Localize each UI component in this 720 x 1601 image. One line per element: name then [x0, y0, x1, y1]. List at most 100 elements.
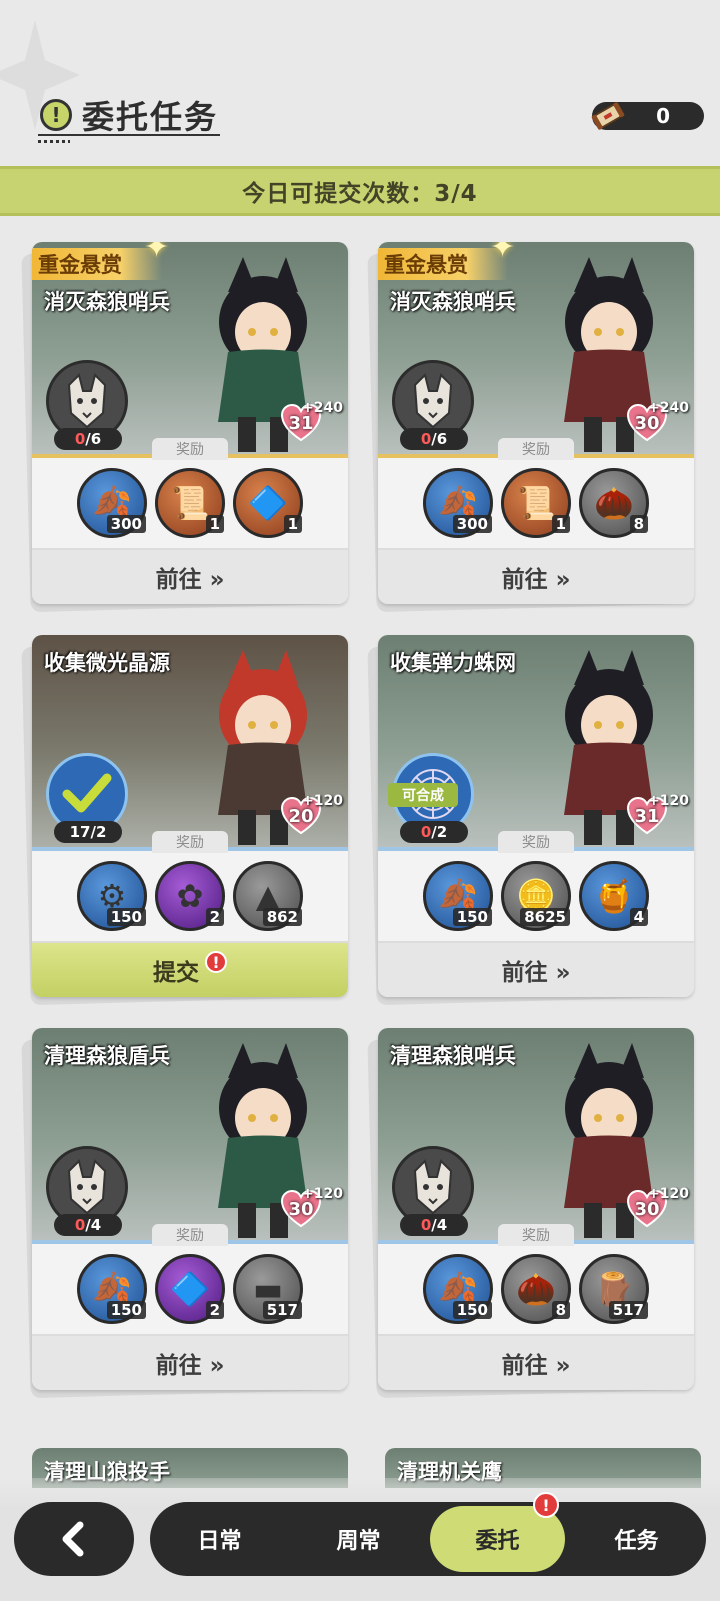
card-body: 重金悬赏 ✦ 消灭森狼哨兵 0/6 31 +240 奖励 🍂 300 📜 1 🔷 1 前往 » — [32, 242, 348, 604]
reward-count: 517 — [262, 1301, 302, 1319]
button-label: 前往 » — [501, 1353, 571, 1379]
commission-card[interactable]: 重金悬赏 ✦ 消灭森狼哨兵 0/6 31 +240 奖励 🍂 300 📜 1 🔷 1 前往 » — [21, 242, 348, 613]
reward-count: 150 — [106, 1301, 146, 1319]
button-label: 前往 » — [155, 567, 225, 593]
commission-card[interactable]: 收集弹力蛛网 可合成 0/2 31 +120 奖励 🍂 150 🪙 8625 🍯 4 前往 » — [367, 635, 694, 1006]
go-button[interactable]: 前往 » — [32, 1334, 348, 1390]
reward-item[interactable]: ▬ 517 — [233, 1254, 303, 1324]
wolf-mask-icon — [67, 373, 107, 429]
progress-total: /6 — [431, 430, 448, 448]
progress-total: /6 — [85, 430, 102, 448]
go-button[interactable]: 前往 » — [378, 941, 694, 997]
tab-weekly[interactable]: 周常 — [291, 1506, 426, 1572]
tab-quest[interactable]: 任务 — [569, 1506, 704, 1572]
reward-item[interactable]: 🍂 300 — [423, 468, 493, 538]
target-progress: 0/6 — [400, 428, 468, 450]
reward-item[interactable]: 🌰 8 — [579, 468, 649, 538]
progress-current: 0 — [420, 430, 432, 448]
reward-item[interactable]: 🍂 300 — [77, 468, 147, 538]
button-label: 前往 » — [501, 567, 571, 593]
reward-item[interactable]: 🔷 2 — [155, 1254, 225, 1324]
scroll-currency-counter[interactable]: 0 — [591, 102, 704, 130]
reward-label: 奖励 — [152, 831, 228, 853]
reward-item[interactable]: 🌰 8 — [501, 1254, 571, 1324]
tab-label: 委托 — [475, 1529, 520, 1554]
reward-item[interactable]: ▲ 862 — [233, 861, 303, 931]
alert-icon: ! — [205, 951, 227, 973]
reward-item[interactable]: ✿ 2 — [155, 861, 225, 931]
submit-button[interactable]: 提交! — [32, 941, 348, 997]
reward-count: 2 — [205, 1301, 224, 1319]
progress-current: 0 — [74, 1216, 86, 1234]
progress-current: 17 — [69, 823, 91, 841]
affection-bonus: +120 — [648, 1186, 689, 1202]
alert-badge-icon: ! — [533, 1492, 559, 1518]
progress-current: 0 — [74, 430, 86, 448]
reward-item[interactable]: 📜 1 — [155, 468, 225, 538]
commission-card[interactable]: 清理森狼哨兵 0/4 30 +120 奖励 🍂 150 🌰 8 🪵 517 前往 » — [367, 1028, 694, 1399]
reward-count: 1 — [551, 515, 570, 533]
reward-count: 300 — [106, 515, 146, 533]
go-button[interactable]: 前往 » — [378, 548, 694, 604]
card-body: 收集弹力蛛网 可合成 0/2 31 +120 奖励 🍂 150 🪙 8625 🍯 4 前往 » — [378, 635, 694, 997]
reward-item[interactable]: 🪙 8625 — [501, 861, 571, 931]
button-label: 前往 » — [155, 1353, 225, 1379]
reward-item[interactable]: ⚙ 150 — [77, 861, 147, 931]
tab-label: 周常 — [336, 1529, 381, 1554]
reward-count: 1 — [205, 515, 224, 533]
card-title: 清理森狼哨兵 — [390, 1044, 516, 1068]
wolf-mask-icon — [67, 1159, 107, 1215]
reward-count: 150 — [452, 908, 492, 926]
tab-daily[interactable]: 日常 — [152, 1506, 287, 1572]
reward-item[interactable]: 🍯 4 — [579, 861, 649, 931]
reward-item[interactable]: 🪵 517 — [579, 1254, 649, 1324]
reward-list: ⚙ 150 ✿ 2 ▲ 862 — [32, 861, 348, 941]
target-progress: 0/4 — [54, 1214, 122, 1236]
daily-submit-count-bar: 今日可提交次数：3/4 — [0, 166, 720, 216]
card-title: 消灭森狼哨兵 — [44, 290, 170, 314]
go-button[interactable]: 前往 » — [378, 1334, 694, 1390]
page-title-group: ! 委托任务 — [40, 92, 218, 138]
reward-list: 🍂 150 🔷 2 ▬ 517 — [32, 1254, 348, 1334]
reward-item[interactable]: 🍂 150 — [423, 861, 493, 931]
target-progress: 17/2 — [54, 821, 122, 843]
sparkle-icon: ✦ — [490, 242, 516, 265]
bounty-tag-label: 重金悬赏 — [38, 253, 122, 277]
sparkle-icon: ✦ — [144, 242, 170, 265]
reward-count: 300 — [452, 515, 492, 533]
bottom-navigation: 日常 周常 委托! 任务 — [0, 1478, 720, 1601]
reward-item[interactable]: 🔷 1 — [233, 468, 303, 538]
back-button[interactable] — [14, 1502, 134, 1576]
reward-count: 8625 — [520, 908, 570, 926]
scroll-icon: 📜 — [516, 484, 556, 522]
reward-count: 150 — [106, 908, 146, 926]
scroll-icon: 📜 — [170, 484, 210, 522]
reward-label: 奖励 — [498, 1224, 574, 1246]
reward-list: 🍂 300 📜 1 🌰 8 — [378, 468, 694, 548]
reward-count: 517 — [608, 1301, 648, 1319]
affection-bonus: +240 — [302, 400, 343, 416]
reward-count: 8 — [629, 515, 648, 533]
progress-current: 0 — [420, 1216, 432, 1234]
commission-card[interactable]: 重金悬赏 ✦ 消灭森狼哨兵 0/6 30 +240 奖励 🍂 300 📜 1 🌰 8 前往 » — [367, 242, 694, 613]
nuts-icon: 🌰 — [594, 484, 634, 522]
progress-total: /2 — [90, 823, 107, 841]
commission-card[interactable]: 收集微光晶源 17/2 20 +120 奖励 ⚙ 150 ✿ 2 ▲ 862 提交! — [21, 635, 348, 1006]
reward-label: 奖励 — [498, 438, 574, 460]
tab-commission[interactable]: 委托! — [430, 1492, 565, 1572]
progress-total: /4 — [85, 1216, 102, 1234]
commission-card[interactable]: 清理森狼盾兵 0/4 30 +120 奖励 🍂 150 🔷 2 ▬ 517 前往 » — [21, 1028, 348, 1399]
progress-total: /2 — [431, 823, 448, 841]
reward-count: 2 — [205, 908, 224, 926]
wolf-mask-icon — [413, 373, 453, 429]
button-label: 提交 — [153, 960, 199, 986]
progress-current: 0 — [420, 823, 432, 841]
title-underline — [38, 134, 220, 136]
scroll-count: 0 — [656, 104, 670, 128]
go-button[interactable]: 前往 » — [32, 548, 348, 604]
affection-bonus: +120 — [302, 1186, 343, 1202]
reward-item[interactable]: 📜 1 — [501, 468, 571, 538]
reward-item[interactable]: 🍂 150 — [423, 1254, 493, 1324]
target-progress: 0/4 — [400, 1214, 468, 1236]
reward-item[interactable]: 🍂 150 — [77, 1254, 147, 1324]
